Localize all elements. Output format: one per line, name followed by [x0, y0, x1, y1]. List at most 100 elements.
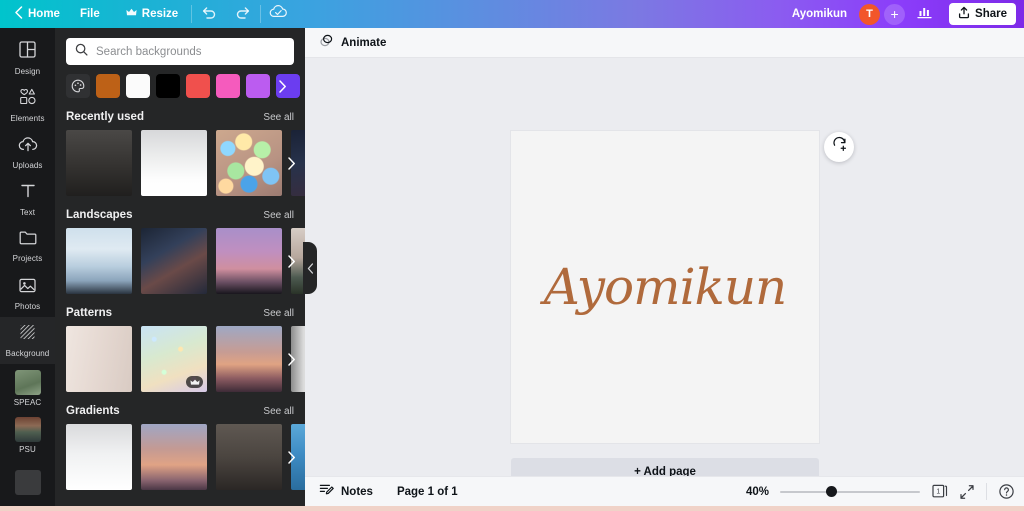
undo-button[interactable] — [192, 0, 226, 28]
animate-button[interactable]: Animate — [319, 33, 386, 53]
tile-row-next-button[interactable] — [281, 424, 301, 490]
animate-circles-icon — [319, 33, 334, 53]
sidebar-item-elements[interactable]: Elements — [0, 81, 55, 128]
redo-button[interactable] — [226, 0, 260, 28]
bottom-status-bar: Notes Page 1 of 1 40% 1 — [305, 476, 1024, 506]
sidebar-item-uploads[interactable]: Uploads — [0, 128, 55, 175]
see-all-link[interactable]: See all — [263, 406, 294, 417]
premium-crown-icon — [186, 376, 203, 388]
cloud-saved-icon — [269, 4, 288, 24]
section-title: Recently used — [66, 111, 144, 123]
tile-misty-mountains[interactable] — [66, 228, 132, 294]
zoom-level-label[interactable]: 40% — [746, 486, 769, 498]
resize-label: Resize — [141, 8, 179, 20]
see-all-link[interactable]: See all — [263, 210, 294, 221]
sidebar-item-projects[interactable]: Projects — [0, 223, 55, 270]
document-title[interactable]: Ayomikun — [782, 8, 857, 20]
swatch-black[interactable] — [156, 74, 180, 98]
tile-glitter[interactable] — [141, 326, 207, 392]
share-button[interactable]: Share — [949, 3, 1016, 25]
cloud-save-status-button[interactable] — [261, 0, 295, 28]
swatch-pink[interactable] — [216, 74, 240, 98]
page-manager-button[interactable]: 1 — [931, 483, 948, 500]
tile-sunset-blur[interactable] — [216, 326, 282, 392]
sidebar-item-label: Elements — [10, 113, 45, 123]
swatch-next-button[interactable] — [270, 74, 294, 98]
page-text-element[interactable]: Ayomikun — [511, 258, 819, 316]
background-section: Gradients See all — [55, 392, 305, 490]
notes-button[interactable]: Notes — [319, 482, 373, 502]
search-input[interactable] — [96, 45, 285, 58]
zoom-slider[interactable] — [780, 485, 920, 499]
magic-refresh-button[interactable] — [824, 132, 854, 162]
notes-icon — [319, 482, 334, 502]
chevron-left-icon — [14, 6, 23, 22]
tile-city-aerial[interactable] — [141, 228, 207, 294]
home-label: Home — [28, 8, 60, 20]
editor-area: Animate Ayomikun + Add page Notes Page 1… — [305, 28, 1024, 511]
search-box[interactable] — [66, 38, 294, 65]
undo-icon — [201, 5, 217, 24]
fullscreen-button[interactable] — [959, 484, 975, 500]
help-button[interactable] — [998, 483, 1015, 500]
sidebar-item-design[interactable]: Design — [0, 34, 55, 81]
sidebar-item-label: Background — [5, 349, 50, 359]
insights-button[interactable] — [907, 0, 941, 28]
tile-white-wood[interactable] — [66, 326, 132, 392]
section-header: Recently used See all — [55, 111, 305, 130]
sidebar-item-background[interactable]: Background — [0, 317, 55, 365]
tile-peach-blur[interactable] — [141, 424, 207, 490]
zoom-controls: 40% 1 — [746, 483, 1015, 500]
zoom-slider-knob[interactable] — [826, 486, 837, 497]
file-menu-button[interactable]: File — [67, 0, 113, 28]
panel-collapse-button[interactable] — [303, 242, 317, 294]
tile-purple-dusk[interactable] — [216, 228, 282, 294]
section-header: Patterns See all — [55, 307, 305, 326]
see-all-link[interactable]: See all — [263, 308, 294, 319]
canvas-area[interactable]: Ayomikun + Add page — [305, 58, 1024, 511]
tile-brown-fade[interactable] — [216, 424, 282, 490]
color-palette-icon[interactable] — [66, 74, 90, 98]
sidebar-item-photos[interactable]: Photos — [0, 270, 55, 317]
sidebar-item-text[interactable]: Text — [0, 176, 55, 223]
tile-row — [55, 424, 305, 490]
avatar[interactable]: T — [859, 3, 881, 25]
back-button[interactable]: Home — [0, 0, 67, 28]
canva-editor-window: Home File Resize Ayomikun T + Share Desi… — [0, 0, 1024, 511]
zoom-slider-track — [780, 490, 920, 493]
sidebar-item-label: Uploads — [12, 160, 43, 170]
tile-white-fade[interactable] — [66, 424, 132, 490]
sidebar-item-label: Text — [19, 207, 36, 217]
tile-row — [55, 326, 305, 392]
sidebar-item-psu[interactable]: PSU — [0, 412, 55, 459]
sidebar-item-speac[interactable]: SPEAC — [0, 364, 55, 411]
section-title: Gradients — [66, 405, 120, 417]
page-count-label: Page 1 of 1 — [396, 485, 458, 498]
sidebar-item-label: PSU — [19, 444, 36, 454]
tile-white-gradient[interactable] — [141, 130, 207, 196]
bottom-edge-strip — [0, 506, 1024, 511]
design-page[interactable]: Ayomikun — [511, 131, 819, 443]
tile-row — [55, 130, 305, 196]
swatch-violet[interactable] — [246, 74, 270, 98]
animate-label: Animate — [341, 36, 387, 49]
see-all-link[interactable]: See all — [263, 112, 294, 123]
tile-dark-gradient[interactable] — [66, 130, 132, 196]
background-hatch-icon — [18, 323, 37, 346]
sidebar-item-more[interactable] — [0, 459, 55, 506]
top-toolbar: Home File Resize Ayomikun T + Share — [0, 0, 1024, 28]
swatch-red[interactable] — [186, 74, 210, 98]
top-toolbar-left: Home File Resize — [0, 0, 295, 28]
add-collaborator-button[interactable]: + — [884, 3, 906, 25]
tile-row-next-button[interactable] — [281, 130, 301, 196]
swatch-white[interactable] — [126, 74, 150, 98]
tile-row-next-button[interactable] — [281, 326, 301, 392]
tile-bokeh-lights[interactable] — [216, 130, 282, 196]
folder-icon — [18, 229, 38, 251]
tile-row-next-button[interactable] — [281, 228, 301, 294]
resize-button[interactable]: Resize — [113, 0, 191, 28]
crown-icon — [126, 8, 137, 20]
background-panel: Recently usedSee allLandscapesSee allPat… — [55, 28, 305, 506]
redo-icon — [235, 5, 251, 24]
swatch-orange[interactable] — [96, 74, 120, 98]
